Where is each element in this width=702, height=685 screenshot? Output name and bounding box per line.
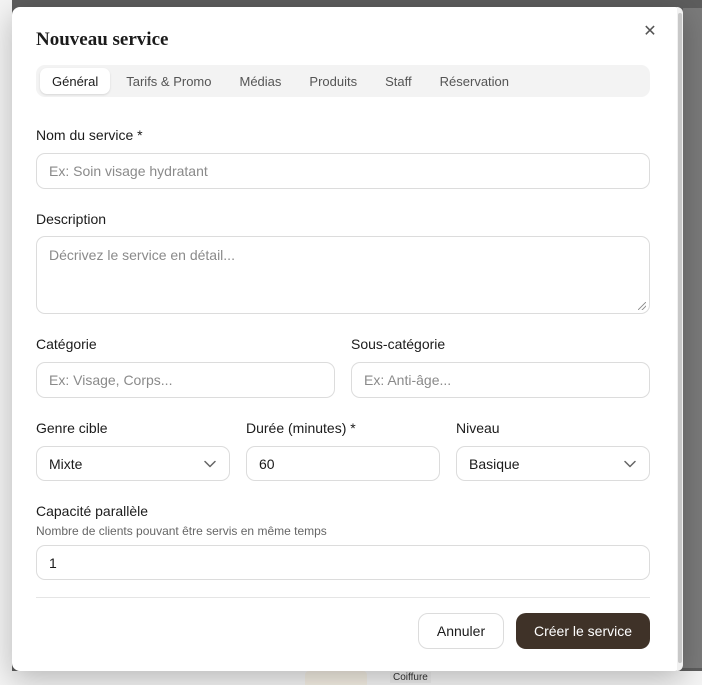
category-placeholder: Ex: Visage, Corps...: [49, 372, 173, 388]
target-gender-value: Mixte: [49, 455, 83, 472]
tab-medias[interactable]: Médias: [228, 68, 294, 94]
target-gender-label: Genre cible: [36, 420, 108, 436]
tab-staff[interactable]: Staff: [373, 68, 424, 94]
duration-value: 60: [259, 455, 275, 472]
background-logo: [305, 671, 367, 685]
target-gender-select[interactable]: Mixte: [36, 446, 230, 481]
description-label: Description: [36, 211, 107, 227]
description-placeholder: Décrivez le service en détail...: [49, 247, 235, 263]
parallel-capacity-help: Nombre de clients pouvant être servis en…: [36, 524, 327, 538]
background-category-chip: Coiffure: [390, 672, 431, 683]
service-name-input[interactable]: Ex: Soin visage hydratant: [36, 153, 650, 189]
parallel-capacity-value: 1: [49, 554, 57, 571]
parallel-capacity-label: Capacité parallèle: [36, 503, 149, 519]
subcategory-input[interactable]: Ex: Anti-âge...: [351, 362, 650, 398]
tab-tarifs-promo[interactable]: Tarifs & Promo: [114, 68, 223, 94]
service-name-placeholder: Ex: Soin visage hydratant: [49, 163, 208, 179]
tab-general[interactable]: Général: [40, 68, 111, 94]
tab-produits[interactable]: Produits: [297, 68, 369, 94]
modal-scrollbar-thumb[interactable]: [678, 13, 682, 663]
close-button[interactable]: ✕: [640, 21, 660, 41]
chevron-down-icon: [203, 457, 217, 471]
textarea-resize-handle[interactable]: [638, 302, 646, 310]
duration-label: Durée (minutes) *: [246, 420, 356, 436]
duration-input[interactable]: 60: [246, 446, 440, 481]
tab-reservation[interactable]: Réservation: [428, 68, 521, 94]
level-label: Niveau: [456, 420, 500, 436]
category-input[interactable]: Ex: Visage, Corps...: [36, 362, 335, 398]
tab-bar: Général Tarifs & Promo Médias Produits S…: [36, 65, 650, 97]
modal-scrollbar[interactable]: [677, 7, 683, 671]
subcategory-label: Sous-catégorie: [351, 336, 446, 352]
background-app: [0, 0, 12, 685]
parallel-capacity-input[interactable]: 1: [36, 545, 650, 580]
subcategory-placeholder: Ex: Anti-âge...: [364, 372, 452, 388]
close-icon: ✕: [643, 23, 657, 40]
level-value: Basique: [469, 455, 520, 472]
create-service-button[interactable]: Créer le service: [516, 613, 650, 649]
footer-divider: [36, 597, 650, 598]
chevron-down-icon: [623, 457, 637, 471]
description-textarea[interactable]: Décrivez le service en détail...: [36, 236, 650, 314]
modal-title: Nouveau service: [36, 29, 169, 50]
category-label: Catégorie: [36, 336, 97, 352]
service-name-label: Nom du service *: [36, 127, 143, 143]
new-service-modal: Nouveau service ✕ Général Tarifs & Promo…: [12, 7, 683, 671]
background-right-edge: [683, 8, 702, 668]
level-select[interactable]: Basique: [456, 446, 650, 481]
cancel-button[interactable]: Annuler: [418, 613, 504, 649]
